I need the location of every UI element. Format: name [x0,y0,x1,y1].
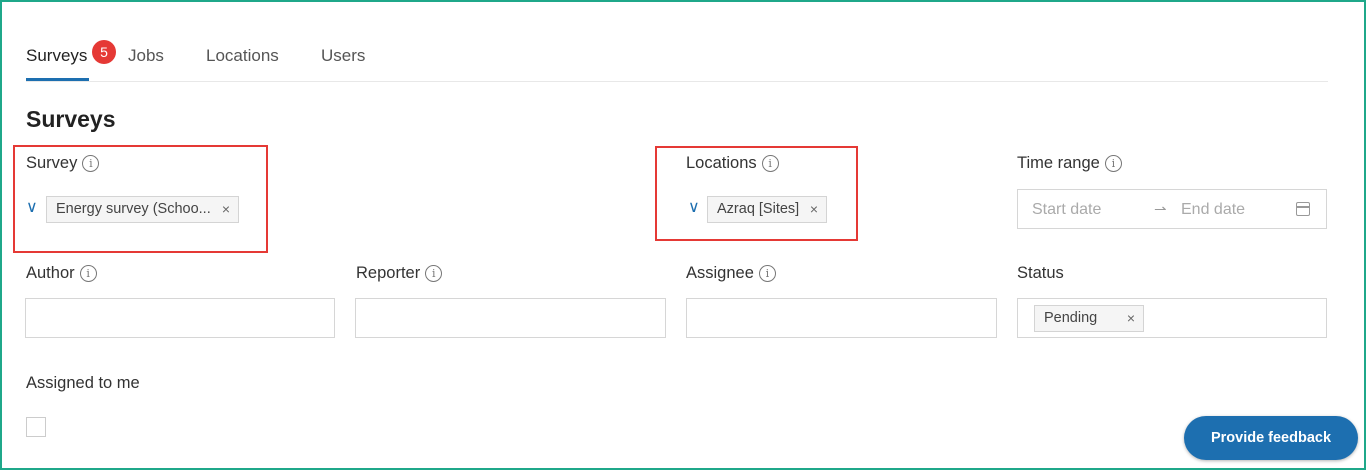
highlight-box-survey [13,145,268,253]
info-icon[interactable]: i [758,265,776,282]
tab-users[interactable]: Users [321,46,365,66]
assignee-label-text: Assignee [686,264,754,282]
tab-bar: Surveys 5 Jobs Locations Users [26,40,1328,82]
highlight-box-locations [655,146,858,241]
assignee-input[interactable] [686,298,997,338]
remove-tag-icon[interactable]: × [1127,306,1135,331]
reporter-label: Reporter i [356,264,443,283]
status-selected-tag: Pending × [1034,305,1144,332]
arrow-right-icon: ⇀ [1154,201,1167,218]
info-icon[interactable]: i [1104,155,1122,172]
tab-locations[interactable]: Locations [206,46,279,66]
reporter-input[interactable] [355,298,666,338]
time-range-label-text: Time range [1017,154,1100,172]
tab-jobs[interactable]: Jobs [128,46,164,66]
active-tab-indicator [26,78,89,81]
tab-label: Jobs [128,46,164,65]
info-icon[interactable]: i [79,265,97,282]
tab-surveys[interactable]: Surveys 5 [26,40,116,66]
assigned-to-me-checkbox[interactable] [26,417,46,437]
status-label: Status [1017,264,1064,282]
author-label-text: Author [26,264,75,282]
assigned-to-me-label: Assigned to me [26,374,140,392]
status-select[interactable]: Pending × [1017,298,1327,338]
reporter-label-text: Reporter [356,264,421,282]
author-label: Author i [26,264,97,283]
start-date-input[interactable]: Start date [1032,201,1101,219]
tab-label: Users [321,46,366,65]
info-icon[interactable]: i [425,265,443,282]
date-range-picker[interactable]: Start date ⇀ End date [1017,189,1327,229]
time-range-label: Time range i [1017,154,1122,173]
author-input[interactable] [25,298,335,338]
calendar-icon[interactable] [1296,202,1310,216]
notification-badge: 5 [92,40,116,64]
tab-label: Locations [206,46,279,65]
tab-label: Surveys [26,46,88,65]
page-title: Surveys [26,106,116,132]
tag-label: Pending [1044,310,1098,326]
assignee-label: Assignee i [686,264,776,283]
provide-feedback-button[interactable]: Provide feedback [1184,416,1358,460]
end-date-input[interactable]: End date [1181,201,1245,219]
